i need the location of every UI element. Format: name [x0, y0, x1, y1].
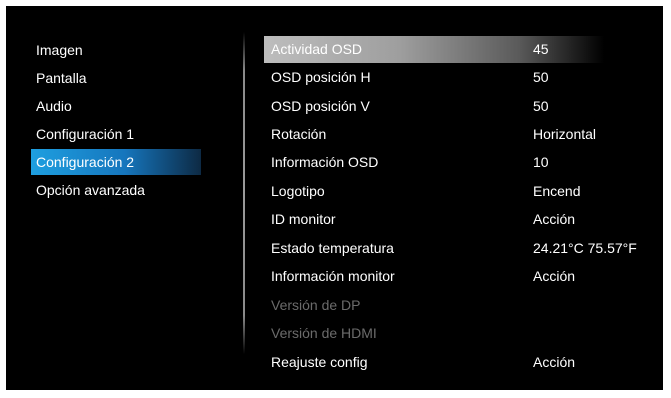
setting-label: ID monitor — [271, 211, 336, 227]
menu-divider — [243, 32, 245, 354]
category-item-configuracion-2[interactable]: Configuración 2 — [31, 149, 201, 175]
setting-row-osd-posicion-h[interactable]: OSD posición H 50 — [264, 64, 604, 91]
setting-row-osd-posicion-v[interactable]: OSD posición V 50 — [264, 93, 604, 120]
setting-row-reajuste-config[interactable]: Reajuste config Acción — [264, 349, 604, 376]
setting-label: Versión de DP — [271, 297, 361, 313]
setting-label: Información OSD — [271, 154, 379, 170]
setting-row-version-de-hdmi: Versión de HDMI — [264, 320, 604, 347]
setting-label: Estado temperatura — [271, 240, 394, 256]
category-item-opcion-avanzada[interactable]: Opción avanzada — [31, 177, 201, 203]
setting-label: OSD posición H — [271, 69, 371, 85]
category-item-audio[interactable]: Audio — [31, 93, 201, 119]
setting-label: Reajuste config — [271, 354, 368, 370]
setting-value: Horizontal — [533, 126, 597, 142]
setting-row-version-de-dp: Versión de DP — [264, 292, 604, 319]
setting-value: Acción — [533, 354, 576, 370]
setting-value: 10 — [533, 154, 549, 170]
setting-row-rotacion[interactable]: Rotación Horizontal — [264, 121, 604, 148]
setting-label: Rotación — [271, 126, 327, 142]
setting-label: Logotipo — [271, 183, 325, 199]
setting-row-estado-temperatura[interactable]: Estado temperatura 24.21°C 75.57°F — [264, 235, 637, 262]
setting-value: Acción — [533, 268, 576, 284]
setting-row-informacion-monitor[interactable]: Información monitor Acción — [264, 263, 604, 290]
setting-value: 24.21°C 75.57°F — [533, 240, 637, 256]
setting-label: OSD posición V — [271, 98, 370, 114]
setting-label: Actividad OSD — [271, 41, 363, 57]
setting-row-informacion-osd[interactable]: Información OSD 10 — [264, 149, 604, 176]
setting-value: 45 — [533, 41, 549, 57]
setting-label: Información monitor — [271, 268, 395, 284]
category-item-configuracion-1[interactable]: Configuración 1 — [31, 121, 201, 147]
category-item-imagen[interactable]: Imagen — [31, 37, 201, 63]
setting-row-logotipo[interactable]: Logotipo Encend — [264, 178, 604, 205]
setting-row-id-monitor[interactable]: ID monitor Acción — [264, 206, 604, 233]
category-item-pantalla[interactable]: Pantalla — [31, 65, 201, 91]
setting-value: Acción — [533, 211, 576, 227]
setting-label: Versión de HDMI — [271, 325, 377, 341]
setting-value: Encend — [533, 183, 581, 199]
setting-row-actividad-osd[interactable]: Actividad OSD 45 — [264, 36, 604, 63]
setting-value: 50 — [533, 69, 549, 85]
setting-value: 50 — [533, 98, 549, 114]
osd-menu: Imagen Pantalla Audio Configuración 1 Co… — [6, 6, 663, 390]
